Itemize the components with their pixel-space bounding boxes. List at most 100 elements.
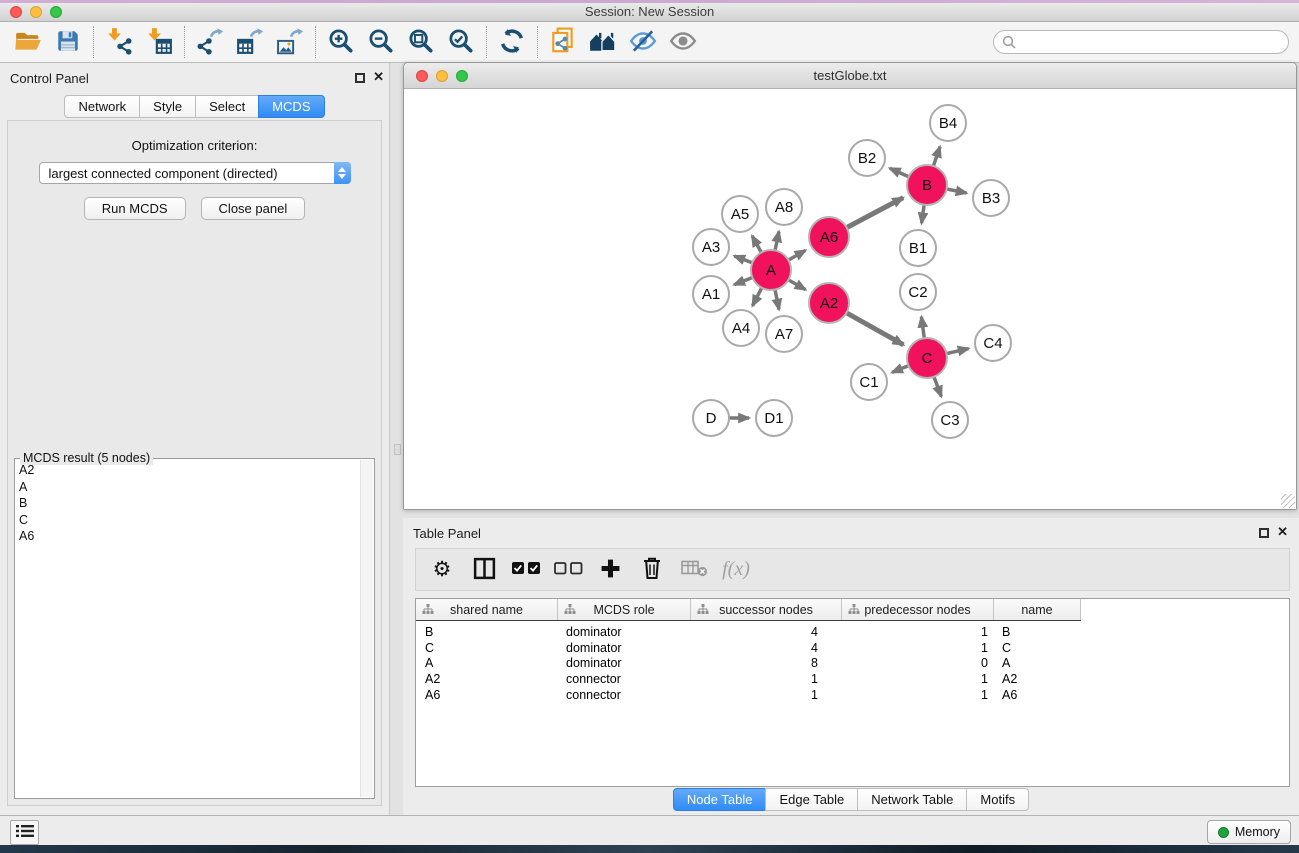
network-zoom-button[interactable]: [456, 70, 468, 82]
table-cell[interactable]: connector: [558, 688, 691, 702]
criterion-select[interactable]: largest connected component (directed): [39, 162, 351, 184]
mcds-result-item[interactable]: A6: [19, 528, 358, 545]
open-button[interactable]: [8, 24, 48, 60]
table-cell[interactable]: 1: [842, 672, 994, 686]
node-D[interactable]: D: [692, 399, 730, 437]
table-cell[interactable]: 0: [842, 656, 994, 670]
apply-layout-button[interactable]: [492, 24, 532, 60]
table-cell[interactable]: B: [416, 625, 558, 639]
node-B4[interactable]: B4: [929, 104, 967, 142]
table-cell[interactable]: 1: [842, 641, 994, 655]
table-cell[interactable]: 8: [691, 656, 842, 670]
result-scrollbar[interactable]: [360, 460, 373, 797]
show-columns-button[interactable]: [466, 552, 502, 588]
node-A3[interactable]: A3: [692, 228, 730, 266]
column-header-mcds-role[interactable]: MCDS role: [558, 599, 691, 620]
show-all-views-button[interactable]: [583, 24, 623, 60]
zoom-selected-button[interactable]: [441, 24, 481, 60]
settings-button[interactable]: ⚙: [424, 552, 460, 588]
export-network-button[interactable]: [190, 24, 230, 60]
minimize-window-button[interactable]: [30, 6, 42, 18]
table-cell[interactable]: C: [994, 641, 1081, 655]
memory-button[interactable]: Memory: [1207, 820, 1291, 844]
import-table-button[interactable]: [139, 24, 179, 60]
delete-button[interactable]: [634, 552, 670, 588]
node-A6[interactable]: A6: [808, 216, 850, 258]
mcds-result-item[interactable]: A: [19, 479, 358, 496]
node-B2[interactable]: B2: [848, 139, 886, 177]
table-cell[interactable]: 1: [842, 688, 994, 702]
table-cell[interactable]: connector: [558, 672, 691, 686]
new-network-from-selection-button[interactable]: [543, 24, 583, 60]
node-D1[interactable]: D1: [755, 399, 793, 437]
node-B[interactable]: B: [906, 164, 948, 206]
control-panel-float-icon[interactable]: [355, 73, 365, 83]
network-window-titlebar[interactable]: testGlobe.txt: [404, 63, 1296, 89]
network-minimize-button[interactable]: [436, 70, 448, 82]
column-header-name[interactable]: name: [994, 599, 1081, 620]
control-panel-close-icon[interactable]: ✕: [373, 69, 384, 85]
select-all-button[interactable]: [508, 552, 544, 588]
show-panels-button[interactable]: [10, 820, 39, 845]
table-cell[interactable]: A: [416, 656, 558, 670]
import-network-button[interactable]: [99, 24, 139, 60]
table-cell[interactable]: A2: [416, 672, 558, 686]
table-cell[interactable]: 1: [691, 688, 842, 702]
node-C4[interactable]: C4: [974, 324, 1012, 362]
table-cell[interactable]: 4: [691, 625, 842, 639]
show-selected-button[interactable]: [663, 24, 703, 60]
table-panel-float-icon[interactable]: [1259, 528, 1269, 538]
zoom-in-button[interactable]: [321, 24, 361, 60]
save-button[interactable]: [48, 24, 88, 60]
column-header-predecessor-nodes[interactable]: predecessor nodes: [842, 599, 994, 620]
table-cell[interactable]: A6: [416, 688, 558, 702]
table-cell[interactable]: B: [994, 625, 1081, 639]
hide-selected-button[interactable]: [623, 24, 663, 60]
table-cell[interactable]: A: [994, 656, 1081, 670]
tab-network[interactable]: Network: [64, 95, 140, 118]
table-cell[interactable]: C: [416, 641, 558, 655]
tab-edge-table[interactable]: Edge Table: [765, 788, 858, 811]
node-A2[interactable]: A2: [808, 282, 850, 324]
zoom-fit-button[interactable]: [401, 24, 441, 60]
node-A5[interactable]: A5: [721, 195, 759, 233]
run-mcds-button[interactable]: Run MCDS: [84, 197, 186, 220]
zoom-out-button[interactable]: [361, 24, 401, 60]
close-window-button[interactable]: [10, 6, 22, 18]
add-button[interactable]: [592, 552, 628, 588]
node-A[interactable]: A: [750, 249, 792, 291]
network-canvas[interactable]: AA1A2A3A4A5A6A7A8BB1B2B3B4CC1C2C3C4DD1: [404, 90, 1296, 509]
table-cell[interactable]: dominator: [558, 641, 691, 655]
column-header-shared-name[interactable]: shared name: [416, 599, 558, 620]
tab-select[interactable]: Select: [195, 95, 259, 118]
tab-mcds[interactable]: MCDS: [258, 95, 324, 118]
table-cell[interactable]: dominator: [558, 625, 691, 639]
window-resize-grip[interactable]: [1281, 494, 1295, 508]
node-A7[interactable]: A7: [765, 315, 803, 353]
table-cell[interactable]: A2: [994, 672, 1081, 686]
search-input[interactable]: [993, 30, 1289, 54]
network-close-button[interactable]: [416, 70, 428, 82]
table-row[interactable]: A6connector11A6: [416, 687, 1289, 703]
mcds-result-item[interactable]: B: [19, 495, 358, 512]
node-B1[interactable]: B1: [899, 229, 937, 267]
node-A1[interactable]: A1: [692, 275, 730, 313]
zoom-window-button[interactable]: [50, 6, 62, 18]
tab-node-table[interactable]: Node Table: [673, 788, 767, 811]
column-header-successor-nodes[interactable]: successor nodes: [691, 599, 842, 620]
table-cell[interactable]: 1: [842, 625, 994, 639]
table-panel-close-icon[interactable]: ✕: [1277, 524, 1288, 540]
node-C[interactable]: C: [906, 337, 948, 379]
mcds-result-item[interactable]: A2: [19, 462, 358, 479]
table-cell[interactable]: A6: [994, 688, 1081, 702]
export-table-button[interactable]: [230, 24, 270, 60]
panel-divider-grip[interactable]: [394, 444, 401, 455]
tab-motifs[interactable]: Motifs: [966, 788, 1029, 811]
mcds-result-item[interactable]: C: [19, 512, 358, 529]
table-row[interactable]: A2connector11A2: [416, 671, 1289, 687]
function-builder-button[interactable]: f(x): [718, 552, 754, 588]
deselect-all-button[interactable]: [550, 552, 586, 588]
node-C2[interactable]: C2: [899, 273, 937, 311]
close-panel-button[interactable]: Close panel: [201, 197, 306, 220]
node-B3[interactable]: B3: [972, 179, 1010, 217]
